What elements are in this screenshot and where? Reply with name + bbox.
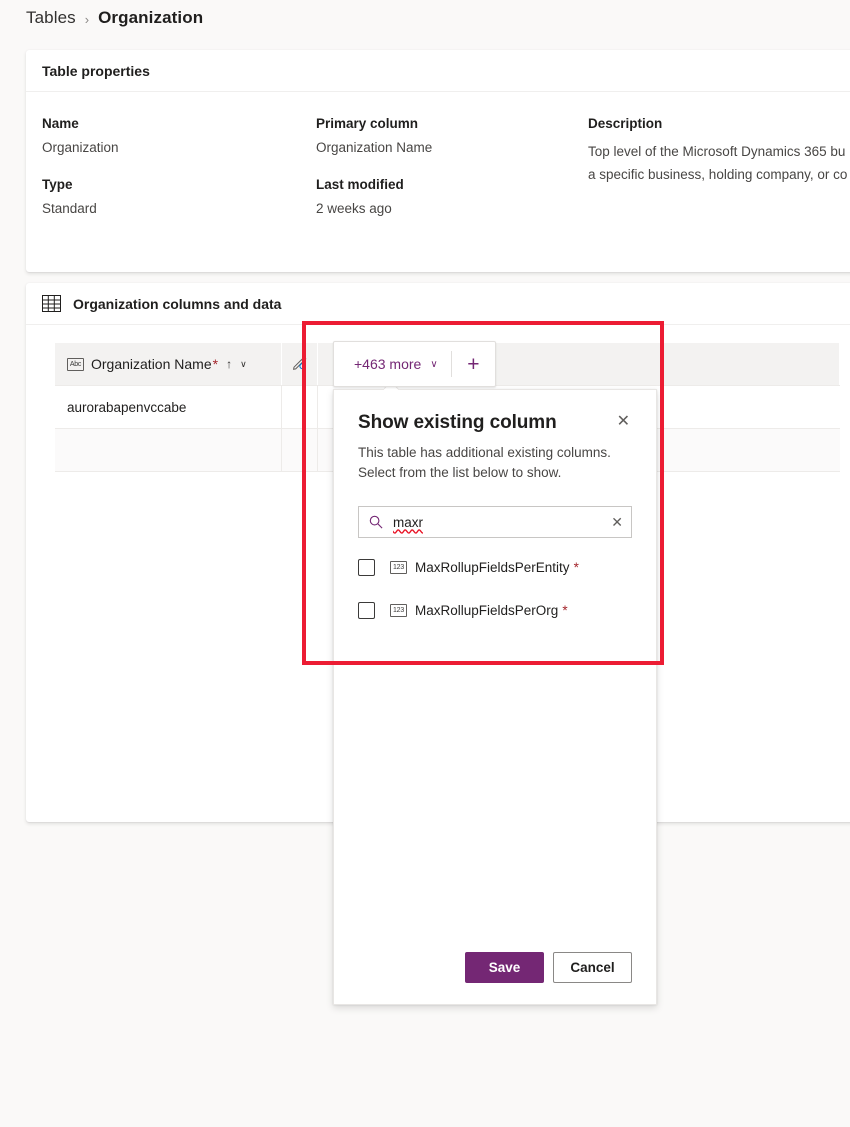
grid-header-label: Organization Name bbox=[91, 356, 212, 372]
flyout-footer: Save Cancel bbox=[334, 930, 656, 1004]
more-columns-label: +463 more bbox=[354, 356, 422, 372]
prop-value-description-line1: Top level of the Microsoft Dynamics 365 … bbox=[588, 144, 846, 159]
chevron-down-icon[interactable]: ∨ bbox=[240, 359, 247, 370]
number-column-type-icon: 123 bbox=[390, 603, 407, 617]
sort-ascending-icon[interactable]: ↑ bbox=[226, 357, 232, 371]
column-name: MaxRollupFieldsPerOrg bbox=[415, 602, 559, 618]
list-item[interactable]: 123 MaxRollupFieldsPerEntity * bbox=[358, 554, 632, 580]
properties-column-3: Description Top level of the Microsoft D… bbox=[588, 116, 850, 238]
prop-label-last-modified: Last modified bbox=[316, 177, 404, 192]
more-columns-control: +463 more ∨ + bbox=[333, 341, 496, 387]
table-properties-card: Table properties Name Organization Type … bbox=[26, 50, 850, 272]
table-properties-body: Name Organization Type Standard Primary … bbox=[26, 92, 850, 238]
grid-header-organization-name[interactable]: Abc Organization Name * ↑ ∨ bbox=[55, 343, 282, 385]
prop-value-type: Standard bbox=[42, 201, 97, 216]
prop-label-primary-column: Primary column bbox=[316, 116, 419, 131]
page-root: Tables › Organization Table properties N… bbox=[0, 0, 850, 1127]
cancel-button[interactable]: Cancel bbox=[553, 951, 632, 983]
column-checkbox[interactable] bbox=[358, 601, 375, 619]
more-columns-button[interactable]: +463 more ∨ bbox=[334, 342, 451, 386]
pencil-edit-icon[interactable] bbox=[292, 355, 307, 373]
clear-search-icon[interactable]: ✕ bbox=[611, 514, 623, 531]
table-icon bbox=[42, 295, 61, 312]
chevron-down-icon: ∨ bbox=[430, 358, 438, 370]
table-properties-title: Table properties bbox=[42, 62, 150, 79]
number-column-type-icon: 123 bbox=[390, 560, 407, 574]
cell-organization-name[interactable]: aurorabapenvccabe bbox=[55, 386, 282, 428]
show-existing-column-flyout: Show existing column ✕ This table has ad… bbox=[333, 389, 657, 1005]
cell-edit[interactable] bbox=[282, 429, 318, 471]
existing-columns-list: 123 MaxRollupFieldsPerEntity * 123 MaxRo… bbox=[358, 554, 632, 623]
flyout-title: Show existing column bbox=[358, 412, 557, 433]
save-button[interactable]: Save bbox=[465, 951, 544, 983]
columns-and-data-header: Organization columns and data bbox=[26, 283, 850, 325]
add-column-button[interactable]: + bbox=[452, 342, 495, 386]
prop-value-primary-column: Organization Name bbox=[316, 140, 433, 155]
breadcrumb-link-tables[interactable]: Tables bbox=[26, 8, 76, 28]
close-icon[interactable]: ✕ bbox=[615, 412, 632, 432]
search-input-value[interactable]: maxr bbox=[393, 515, 611, 530]
breadcrumb-separator-icon: › bbox=[84, 11, 90, 27]
breadcrumb-current-organization: Organization bbox=[98, 8, 204, 27]
prop-label-type: Type bbox=[42, 177, 73, 192]
prop-label-description: Description bbox=[588, 116, 663, 131]
search-input[interactable]: maxr ✕ bbox=[358, 506, 632, 538]
cell-organization-name[interactable] bbox=[55, 429, 282, 471]
search-icon bbox=[369, 515, 383, 529]
prop-label-name: Name bbox=[42, 116, 79, 131]
required-marker: * bbox=[573, 559, 579, 575]
prop-value-name: Organization bbox=[42, 140, 119, 155]
prop-value-description-line2: a specific business, holding company, or… bbox=[588, 167, 848, 182]
column-name: MaxRollupFieldsPerEntity bbox=[415, 559, 570, 575]
prop-value-last-modified: 2 weeks ago bbox=[316, 201, 392, 216]
columns-and-data-title: Organization columns and data bbox=[73, 295, 282, 312]
properties-column-2: Primary column Organization Name Last mo… bbox=[316, 116, 588, 238]
breadcrumb: Tables › Organization bbox=[26, 4, 203, 32]
list-item[interactable]: 123 MaxRollupFieldsPerOrg * bbox=[358, 597, 632, 623]
flyout-body: Show existing column ✕ This table has ad… bbox=[334, 390, 656, 930]
properties-column-1: Name Organization Type Standard bbox=[42, 116, 316, 238]
cell-edit[interactable] bbox=[282, 386, 318, 428]
text-column-type-icon: Abc bbox=[67, 357, 84, 371]
grid-header-edit-column[interactable] bbox=[282, 343, 318, 385]
flyout-subtitle: This table has additional existing colum… bbox=[358, 445, 611, 480]
required-marker: * bbox=[212, 356, 219, 372]
column-checkbox[interactable] bbox=[358, 558, 375, 576]
flyout-title-row: Show existing column ✕ bbox=[358, 412, 632, 434]
plus-icon: + bbox=[467, 352, 480, 376]
table-properties-header: Table properties bbox=[26, 50, 850, 92]
required-marker: * bbox=[562, 602, 568, 618]
